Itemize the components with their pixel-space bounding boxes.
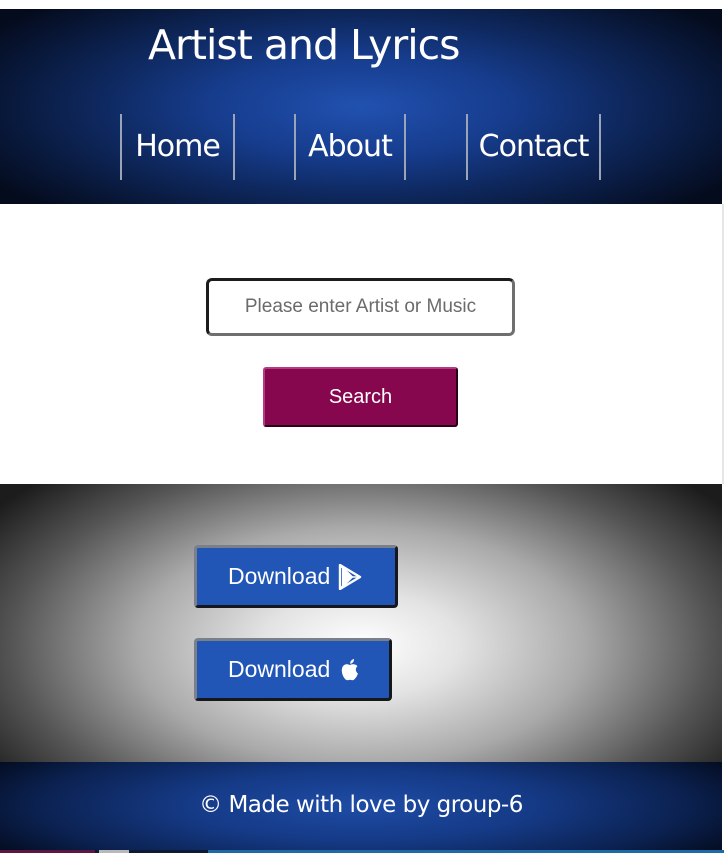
- apple-icon: [338, 657, 362, 683]
- page: Artist and Lyrics Home About Contact Sea…: [0, 0, 724, 853]
- download-label: Download: [228, 656, 331, 682]
- nav-contact-link[interactable]: Contact: [466, 114, 601, 180]
- download-google-play-button[interactable]: Download: [194, 545, 398, 608]
- download-section: Download Download: [0, 484, 722, 762]
- google-play-icon: [338, 563, 362, 590]
- search-button[interactable]: Search: [263, 367, 458, 427]
- nav-home-link[interactable]: Home: [120, 114, 235, 180]
- download-app-store-button[interactable]: Download: [194, 638, 392, 701]
- site-header: Artist and Lyrics Home About Contact: [0, 9, 722, 204]
- top-strip: [0, 0, 724, 9]
- search-section: Search: [0, 204, 722, 484]
- site-footer: © Made with love by group-6: [0, 762, 722, 850]
- site-title: Artist and Lyrics: [148, 21, 461, 69]
- search-input[interactable]: [206, 278, 515, 336]
- nav-about-link[interactable]: About: [294, 114, 406, 180]
- download-label: Download: [228, 563, 331, 589]
- footer-credit: © Made with love by group-6: [199, 792, 523, 818]
